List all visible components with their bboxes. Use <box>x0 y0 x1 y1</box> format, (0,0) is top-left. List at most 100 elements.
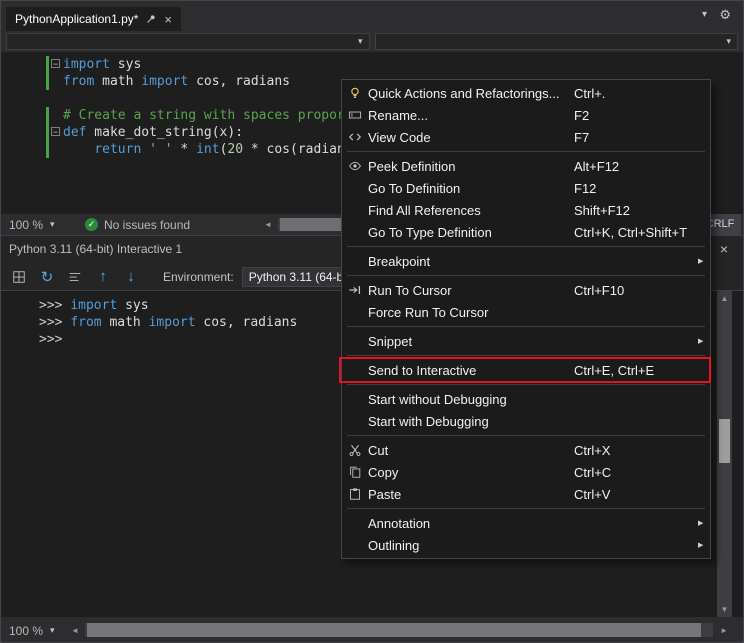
reset-icon[interactable]: ↻ <box>37 267 57 287</box>
issues-text: No issues found <box>104 218 190 232</box>
menu-item-paste[interactable]: PasteCtrl+V <box>342 483 710 505</box>
token: * cos(radian <box>243 142 345 157</box>
scroll-up-icon[interactable]: ▲ <box>717 294 732 303</box>
menu-item-outlining[interactable]: Outlining▶ <box>342 534 710 556</box>
scrollbar-thumb[interactable] <box>719 419 730 463</box>
token: 20 <box>227 142 243 157</box>
lightbulb-icon <box>342 86 368 100</box>
repl-code: >>> import sys>>> from math import cos, … <box>39 297 297 348</box>
menu-item-label: Breakpoint <box>368 254 574 269</box>
menu-item-label: Rename... <box>368 108 574 123</box>
menu-item-shortcut: F7 <box>574 130 698 145</box>
token: sys <box>110 57 141 72</box>
menu-item-label: Go To Type Definition <box>368 225 574 240</box>
scrollbar-thumb[interactable] <box>87 623 701 637</box>
submenu-arrow-icon: ▶ <box>698 541 710 549</box>
environment-label: Environment: <box>163 270 234 284</box>
token: def <box>63 125 86 140</box>
environment-select[interactable]: Python 3.11 (64-bit) <box>242 267 356 287</box>
menu-item-shortcut: F2 <box>574 108 698 123</box>
history-next-icon[interactable]: ↓ <box>121 267 141 287</box>
code-line: >>> <box>39 331 297 348</box>
menu-item-shortcut: Ctrl+K, Ctrl+Shift+T <box>574 225 698 240</box>
menu-item-label: Snippet <box>368 334 574 349</box>
fold-collapse-icon[interactable]: − <box>51 59 60 68</box>
editor-navigation-bar: ▾ ▾ <box>1 31 743 52</box>
document-list-chevron-icon[interactable]: ▾ <box>702 9 707 20</box>
scroll-down-icon[interactable]: ▼ <box>717 605 732 614</box>
menu-item-force-run-to-cursor[interactable]: Force Run To Cursor <box>342 301 710 323</box>
menu-separator <box>347 508 705 509</box>
menu-item-view-code[interactable]: View CodeF7 <box>342 126 710 148</box>
interactive-status-bar: 100 % ▾ ◄ ► <box>1 617 743 643</box>
menu-item-annotation[interactable]: Annotation▶ <box>342 512 710 534</box>
menu-item-shortcut: Ctrl+V <box>574 487 698 502</box>
menu-separator <box>347 246 705 247</box>
menu-item-cut[interactable]: CutCtrl+X <box>342 439 710 461</box>
menu-item-shortcut: Ctrl+F10 <box>574 283 698 298</box>
horizontal-scrollbar[interactable] <box>85 623 713 637</box>
issues-indicator[interactable]: ✓ No issues found <box>85 214 190 235</box>
menu-item-breakpoint[interactable]: Breakpoint▶ <box>342 250 710 272</box>
peek-definition-icon <box>342 159 368 173</box>
zoom-control[interactable]: 100 % ▾ <box>9 214 55 235</box>
chevron-down-icon: ▾ <box>50 219 55 230</box>
menu-item-label: Annotation <box>368 516 574 531</box>
zoom-control[interactable]: 100 % ▾ <box>9 617 55 643</box>
menu-separator <box>347 384 705 385</box>
menu-item-go-to-definition[interactable]: Go To DefinitionF12 <box>342 177 710 199</box>
token: import <box>63 57 110 72</box>
menu-item-shortcut: Alt+F12 <box>574 159 698 174</box>
scroll-left-icon[interactable]: ◄ <box>71 617 79 643</box>
token: >>> <box>39 298 70 313</box>
view-code-icon <box>342 130 368 144</box>
types-dropdown[interactable]: ▾ <box>6 33 370 50</box>
chevron-down-icon: ▾ <box>726 36 731 47</box>
menu-item-start-without-debugging[interactable]: Start without Debugging <box>342 388 710 410</box>
menu-item-go-to-type-definition[interactable]: Go To Type DefinitionCtrl+K, Ctrl+Shift+… <box>342 221 710 243</box>
close-tab-icon[interactable]: × <box>164 13 172 26</box>
menu-item-rename[interactable]: Rename...F2 <box>342 104 710 126</box>
menu-item-label: Run To Cursor <box>368 283 574 298</box>
token <box>63 142 94 157</box>
document-tab-bar: PythonApplication1.py* × ▾ ⚙ <box>1 1 743 31</box>
tab-title: PythonApplication1.py* <box>15 12 138 26</box>
menu-item-shortcut: Ctrl+. <box>574 86 698 101</box>
run-to-cursor-icon <box>342 283 368 297</box>
change-bar <box>46 56 49 90</box>
history-previous-icon[interactable]: ↑ <box>93 267 113 287</box>
menu-item-peek-definition[interactable]: Peek DefinitionAlt+F12 <box>342 155 710 177</box>
fold-collapse-icon[interactable]: − <box>51 127 60 136</box>
clear-screen-icon[interactable] <box>65 267 85 287</box>
interactive-window-icon[interactable] <box>9 267 29 287</box>
token: math <box>94 74 141 89</box>
menu-item-snippet[interactable]: Snippet▶ <box>342 330 710 352</box>
menu-separator <box>347 435 705 436</box>
menu-item-run-to-cursor[interactable]: Run To CursorCtrl+F10 <box>342 279 710 301</box>
menu-item-send-to-interactive[interactable]: Send to InteractiveCtrl+E, Ctrl+E <box>342 359 710 381</box>
pin-icon[interactable] <box>145 13 157 25</box>
token: from <box>63 74 94 89</box>
scroll-right-icon[interactable]: ► <box>720 617 728 643</box>
scroll-left-icon[interactable]: ◄ <box>264 214 272 235</box>
zoom-level: 100 % <box>9 218 43 232</box>
copy-icon <box>342 465 368 479</box>
menu-item-quick-actions-and-refactorings[interactable]: Quick Actions and Refactorings...Ctrl+. <box>342 82 710 104</box>
rename-icon <box>342 108 368 122</box>
menu-item-label: Go To Definition <box>368 181 574 196</box>
menu-item-label: Force Run To Cursor <box>368 305 574 320</box>
menu-item-start-with-debugging[interactable]: Start with Debugging <box>342 410 710 432</box>
token: >>> <box>39 315 70 330</box>
context-menu: Quick Actions and Refactorings...Ctrl+.R… <box>341 79 711 559</box>
code-line: >>> import sys <box>39 297 297 314</box>
menu-item-copy[interactable]: CopyCtrl+C <box>342 461 710 483</box>
document-tab[interactable]: PythonApplication1.py* × <box>6 7 181 31</box>
vertical-scrollbar[interactable]: ▲ ▼ <box>717 291 732 617</box>
menu-item-find-all-references[interactable]: Find All ReferencesShift+F12 <box>342 199 710 221</box>
members-dropdown[interactable]: ▾ <box>375 33 739 50</box>
token: >>> <box>39 332 62 347</box>
close-panel-icon[interactable]: × <box>720 241 728 257</box>
menu-separator <box>347 275 705 276</box>
token: * <box>173 142 196 157</box>
settings-gear-icon[interactable]: ⚙ <box>719 7 731 23</box>
